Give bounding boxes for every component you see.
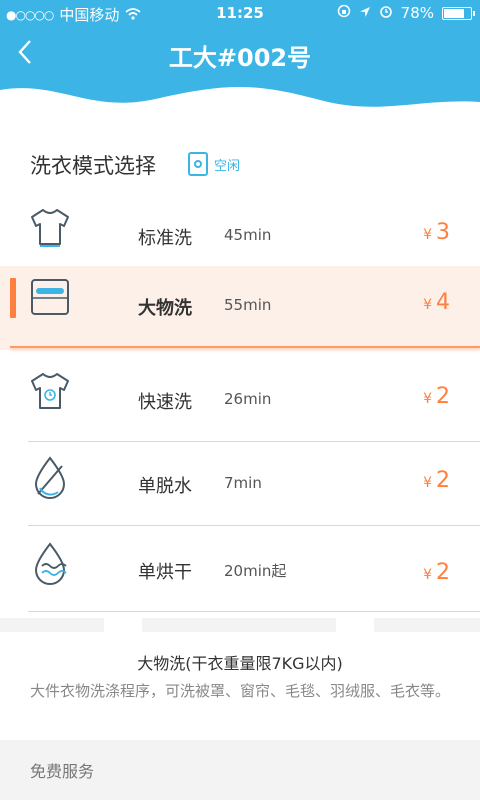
section-separator	[0, 618, 480, 632]
free-service-label: 免费服务	[30, 762, 95, 781]
battery-icon	[442, 6, 475, 20]
price-value: 2	[436, 560, 450, 585]
status-bar: ●○○○○ 中国移动 11:25 78%	[0, 0, 480, 28]
price-currency: ¥	[423, 297, 432, 313]
alarm-icon	[379, 4, 393, 22]
bulky-load-icon	[31, 279, 69, 315]
mode-name: 快速洗	[138, 392, 192, 413]
water-drop-slash-icon	[34, 456, 66, 499]
location-icon	[359, 4, 371, 22]
mode-price: ¥3	[423, 220, 450, 245]
price-currency: ¥	[423, 391, 432, 407]
row-divider	[28, 611, 480, 612]
section-title: 洗衣模式选择	[30, 154, 156, 178]
mode-price: ¥2	[423, 468, 450, 493]
price-value: 3	[436, 220, 450, 245]
water-drop-wave-icon	[34, 542, 67, 585]
mode-price: ¥4	[423, 290, 450, 315]
mode-duration: 55min	[224, 296, 272, 314]
mode-row-dry[interactable]: 单烘干 20min起 ¥2	[0, 530, 480, 614]
washing-machine-icon	[188, 152, 208, 176]
mode-row-spin[interactable]: 单脱水 7min ¥2	[0, 444, 480, 528]
mode-description-text: 大件衣物洗涤程序，可洗被罩、窗帘、毛毯、羽绒服、毛衣等。	[30, 682, 451, 700]
mode-duration: 7min	[224, 474, 262, 492]
mode-row-quick[interactable]: 快速洗 26min ¥2	[0, 360, 480, 444]
mode-row-bulky[interactable]: 大物洗 55min ¥4	[0, 266, 480, 350]
header: ●○○○○ 中国移动 11:25 78% 工大#002号	[0, 0, 480, 140]
price-value: 2	[436, 468, 450, 493]
separator-gap	[104, 618, 142, 632]
tshirt-icon	[31, 209, 69, 247]
mode-name: 标准洗	[138, 228, 192, 249]
battery-fill	[444, 8, 465, 18]
mode-price: ¥2	[423, 560, 450, 585]
mode-duration: 45min	[224, 226, 272, 244]
selected-indicator	[10, 278, 16, 318]
price-currency: ¥	[423, 475, 432, 491]
header-wave	[0, 86, 480, 140]
price-currency: ¥	[423, 567, 432, 583]
row-divider	[28, 525, 480, 526]
mode-price: ¥2	[423, 384, 450, 409]
machine-status-text: 空闲	[214, 158, 241, 174]
separator-gap	[336, 618, 374, 632]
mode-duration: 26min	[224, 390, 272, 408]
mode-name: 大物洗	[138, 298, 192, 319]
price-value: 2	[436, 384, 450, 409]
page-title: 工大#002号	[168, 44, 312, 72]
price-value: 4	[436, 290, 450, 315]
mode-name: 单脱水	[138, 476, 192, 497]
row-divider	[10, 346, 480, 348]
tshirt-clock-icon	[31, 373, 69, 409]
rotation-lock-icon	[337, 4, 351, 22]
battery-percent: 78%	[400, 4, 434, 22]
machine-status-badge: 空闲	[188, 152, 240, 176]
row-divider	[28, 441, 480, 442]
mode-duration: 20min起	[224, 562, 287, 580]
mode-name: 单烘干	[138, 562, 192, 583]
mode-description-title: 大物洗(干衣重量限7KG以内)	[137, 654, 343, 673]
price-currency: ¥	[423, 227, 432, 243]
